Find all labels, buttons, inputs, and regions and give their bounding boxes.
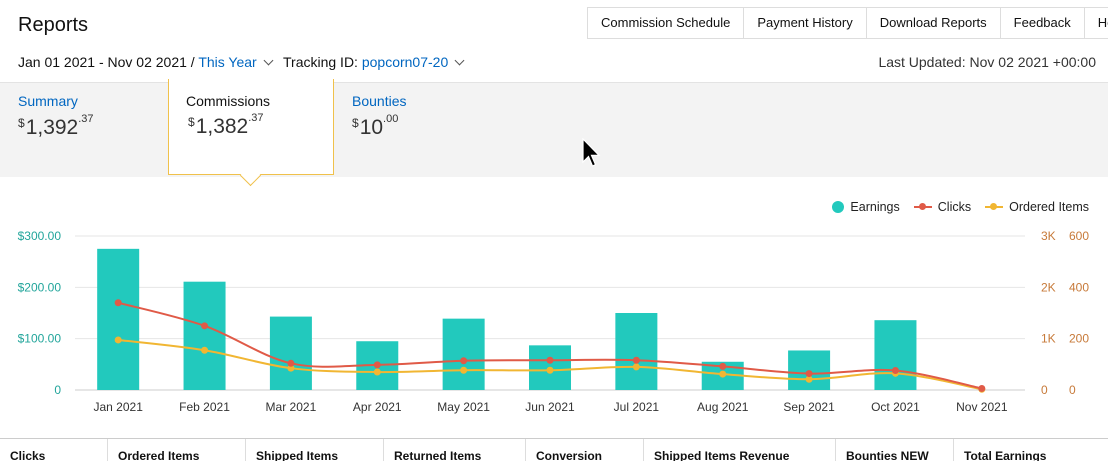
- ordered-items-point: [373, 368, 381, 376]
- col-bounties[interactable]: Bounties NEW: [835, 439, 954, 461]
- x-tick-label: Jun 2021: [525, 400, 575, 414]
- x-tick-label: Apr 2021: [353, 400, 402, 414]
- clicks-point: [373, 361, 381, 369]
- payment-history-button[interactable]: Payment History: [744, 8, 867, 38]
- x-tick-label: May 2021: [437, 400, 490, 414]
- bounties-amount: $10.00: [352, 113, 399, 139]
- x-tick-label: Jan 2021: [93, 400, 143, 414]
- x-tick-label: Aug 2021: [697, 400, 749, 414]
- page-title: Reports: [18, 14, 89, 36]
- earnings-bar: [269, 316, 312, 390]
- clicks-point: [891, 366, 899, 374]
- earnings-bar: [874, 320, 917, 390]
- help-button[interactable]: Help: [1085, 8, 1108, 38]
- y-right-clicks-tick: 0: [1041, 383, 1048, 397]
- clicks-point: [460, 357, 468, 365]
- tracking-id-dropdown[interactable]: popcorn07-20: [362, 54, 448, 70]
- earnings-bar: [442, 318, 485, 390]
- metrics-table-header: Clicks Ordered Items Shipped Items Retur…: [0, 438, 1108, 461]
- chevron-down-icon[interactable]: [454, 55, 465, 66]
- tracking-label: Tracking ID:: [283, 54, 358, 70]
- period-dropdown[interactable]: This Year: [198, 54, 256, 70]
- ordered-items-point: [719, 370, 727, 378]
- tab-bounties-label: Bounties: [352, 93, 407, 109]
- filter-bar: Jan 01 2021 - Nov 02 2021 / This Year Tr…: [0, 50, 1108, 76]
- y-left-tick: 0: [54, 383, 61, 397]
- chevron-down-icon[interactable]: [263, 55, 274, 66]
- col-shipped-items[interactable]: Shipped Items: [245, 439, 384, 461]
- x-tick-label: Sep 2021: [783, 400, 835, 414]
- col-conversion[interactable]: Conversion: [525, 439, 644, 461]
- date-separator: /: [190, 54, 195, 70]
- last-updated: Last Updated: Nov 02 2021 +00:00: [878, 54, 1096, 70]
- col-ordered-items[interactable]: Ordered Items: [107, 439, 246, 461]
- y-left-tick: $100.00: [18, 332, 62, 346]
- x-tick-label: Feb 2021: [179, 400, 230, 414]
- legend-earnings[interactable]: Earnings: [832, 200, 900, 214]
- tab-bounties[interactable]: Bounties $10.00: [334, 83, 534, 177]
- ordered-items-point: [114, 336, 122, 344]
- clicks-swatch: [913, 203, 932, 210]
- commission-schedule-button[interactable]: Commission Schedule: [588, 8, 745, 38]
- summary-amount: $1,392.37: [18, 113, 94, 139]
- ordered-items-swatch: [985, 203, 1004, 210]
- feedback-button[interactable]: Feedback: [1001, 8, 1085, 38]
- tab-summary-label: Summary: [18, 93, 78, 109]
- commissions-amount: $1,382.37: [188, 112, 264, 138]
- date-range-text: Jan 01 2021 - Nov 02 2021: [18, 54, 187, 70]
- earnings-bar: [615, 313, 658, 390]
- tab-commissions[interactable]: Commissions $1,382.37: [168, 79, 334, 175]
- clicks-point: [632, 356, 640, 364]
- earnings-chart: Earnings Clicks Ordered Items $300.00 $20…: [0, 190, 1108, 430]
- col-returned-items[interactable]: Returned Items: [383, 439, 526, 461]
- ordered-items-point: [546, 366, 554, 374]
- y-left-tick: $300.00: [18, 229, 62, 243]
- tab-commissions-label: Commissions: [186, 93, 271, 109]
- legend-clicks[interactable]: Clicks: [913, 200, 971, 214]
- ordered-items-point: [632, 363, 640, 371]
- earnings-bar: [183, 281, 226, 390]
- x-tick-label: Nov 2021: [956, 400, 1008, 414]
- clicks-point: [287, 359, 295, 367]
- y-right-items-tick: 0: [1069, 383, 1076, 397]
- report-header: Reports Commission Schedule Payment Hist…: [0, 0, 1108, 44]
- summary-tabs: Summary $1,392.37 Commissions $1,382.37 …: [0, 79, 1108, 177]
- tab-summary[interactable]: Summary $1,392.37: [0, 83, 168, 177]
- col-total-earnings[interactable]: Total Earnings: [953, 439, 1108, 461]
- col-clicks[interactable]: Clicks: [0, 439, 107, 461]
- y-right-clicks-tick: 2K: [1041, 280, 1056, 294]
- y-right-items-tick: 400: [1069, 280, 1089, 294]
- mouse-cursor-icon: [582, 138, 601, 167]
- legend-ordered-items[interactable]: Ordered Items: [985, 200, 1089, 214]
- clicks-point: [114, 299, 122, 307]
- x-tick-label: Oct 2021: [871, 400, 920, 414]
- x-tick-label: Mar 2021: [266, 400, 317, 414]
- y-right-clicks-tick: 3K: [1041, 229, 1056, 243]
- x-tick-label: Jul 2021: [614, 400, 660, 414]
- y-left-tick: $200.00: [18, 280, 62, 294]
- clicks-point: [805, 370, 813, 378]
- tracking-id-selector[interactable]: Tracking ID: popcorn07-20: [283, 54, 465, 70]
- chart-legend: Earnings Clicks Ordered Items: [832, 200, 1089, 214]
- ordered-items-point: [201, 346, 209, 354]
- chart-plot: $300.00 $200.00 $100.00 0 3K 2K 1K 0 600 400 200 0 J…: [18, 229, 1090, 414]
- top-nav: Commission Schedule Payment History Down…: [587, 7, 1108, 39]
- earnings-bar: [97, 248, 140, 390]
- y-right-items-tick: 600: [1069, 229, 1089, 243]
- y-right-items-tick: 200: [1069, 332, 1089, 346]
- clicks-point: [719, 362, 727, 370]
- ordered-items-point: [460, 366, 468, 374]
- download-reports-button[interactable]: Download Reports: [867, 8, 1001, 38]
- date-range[interactable]: Jan 01 2021 - Nov 02 2021 / This Year: [18, 54, 274, 70]
- clicks-point: [201, 322, 209, 330]
- clicks-point: [978, 384, 986, 392]
- earnings-swatch: [832, 201, 845, 213]
- y-right-clicks-tick: 1K: [1041, 332, 1056, 346]
- col-shipped-revenue[interactable]: Shipped Items Revenue: [643, 439, 836, 461]
- clicks-point: [546, 356, 554, 364]
